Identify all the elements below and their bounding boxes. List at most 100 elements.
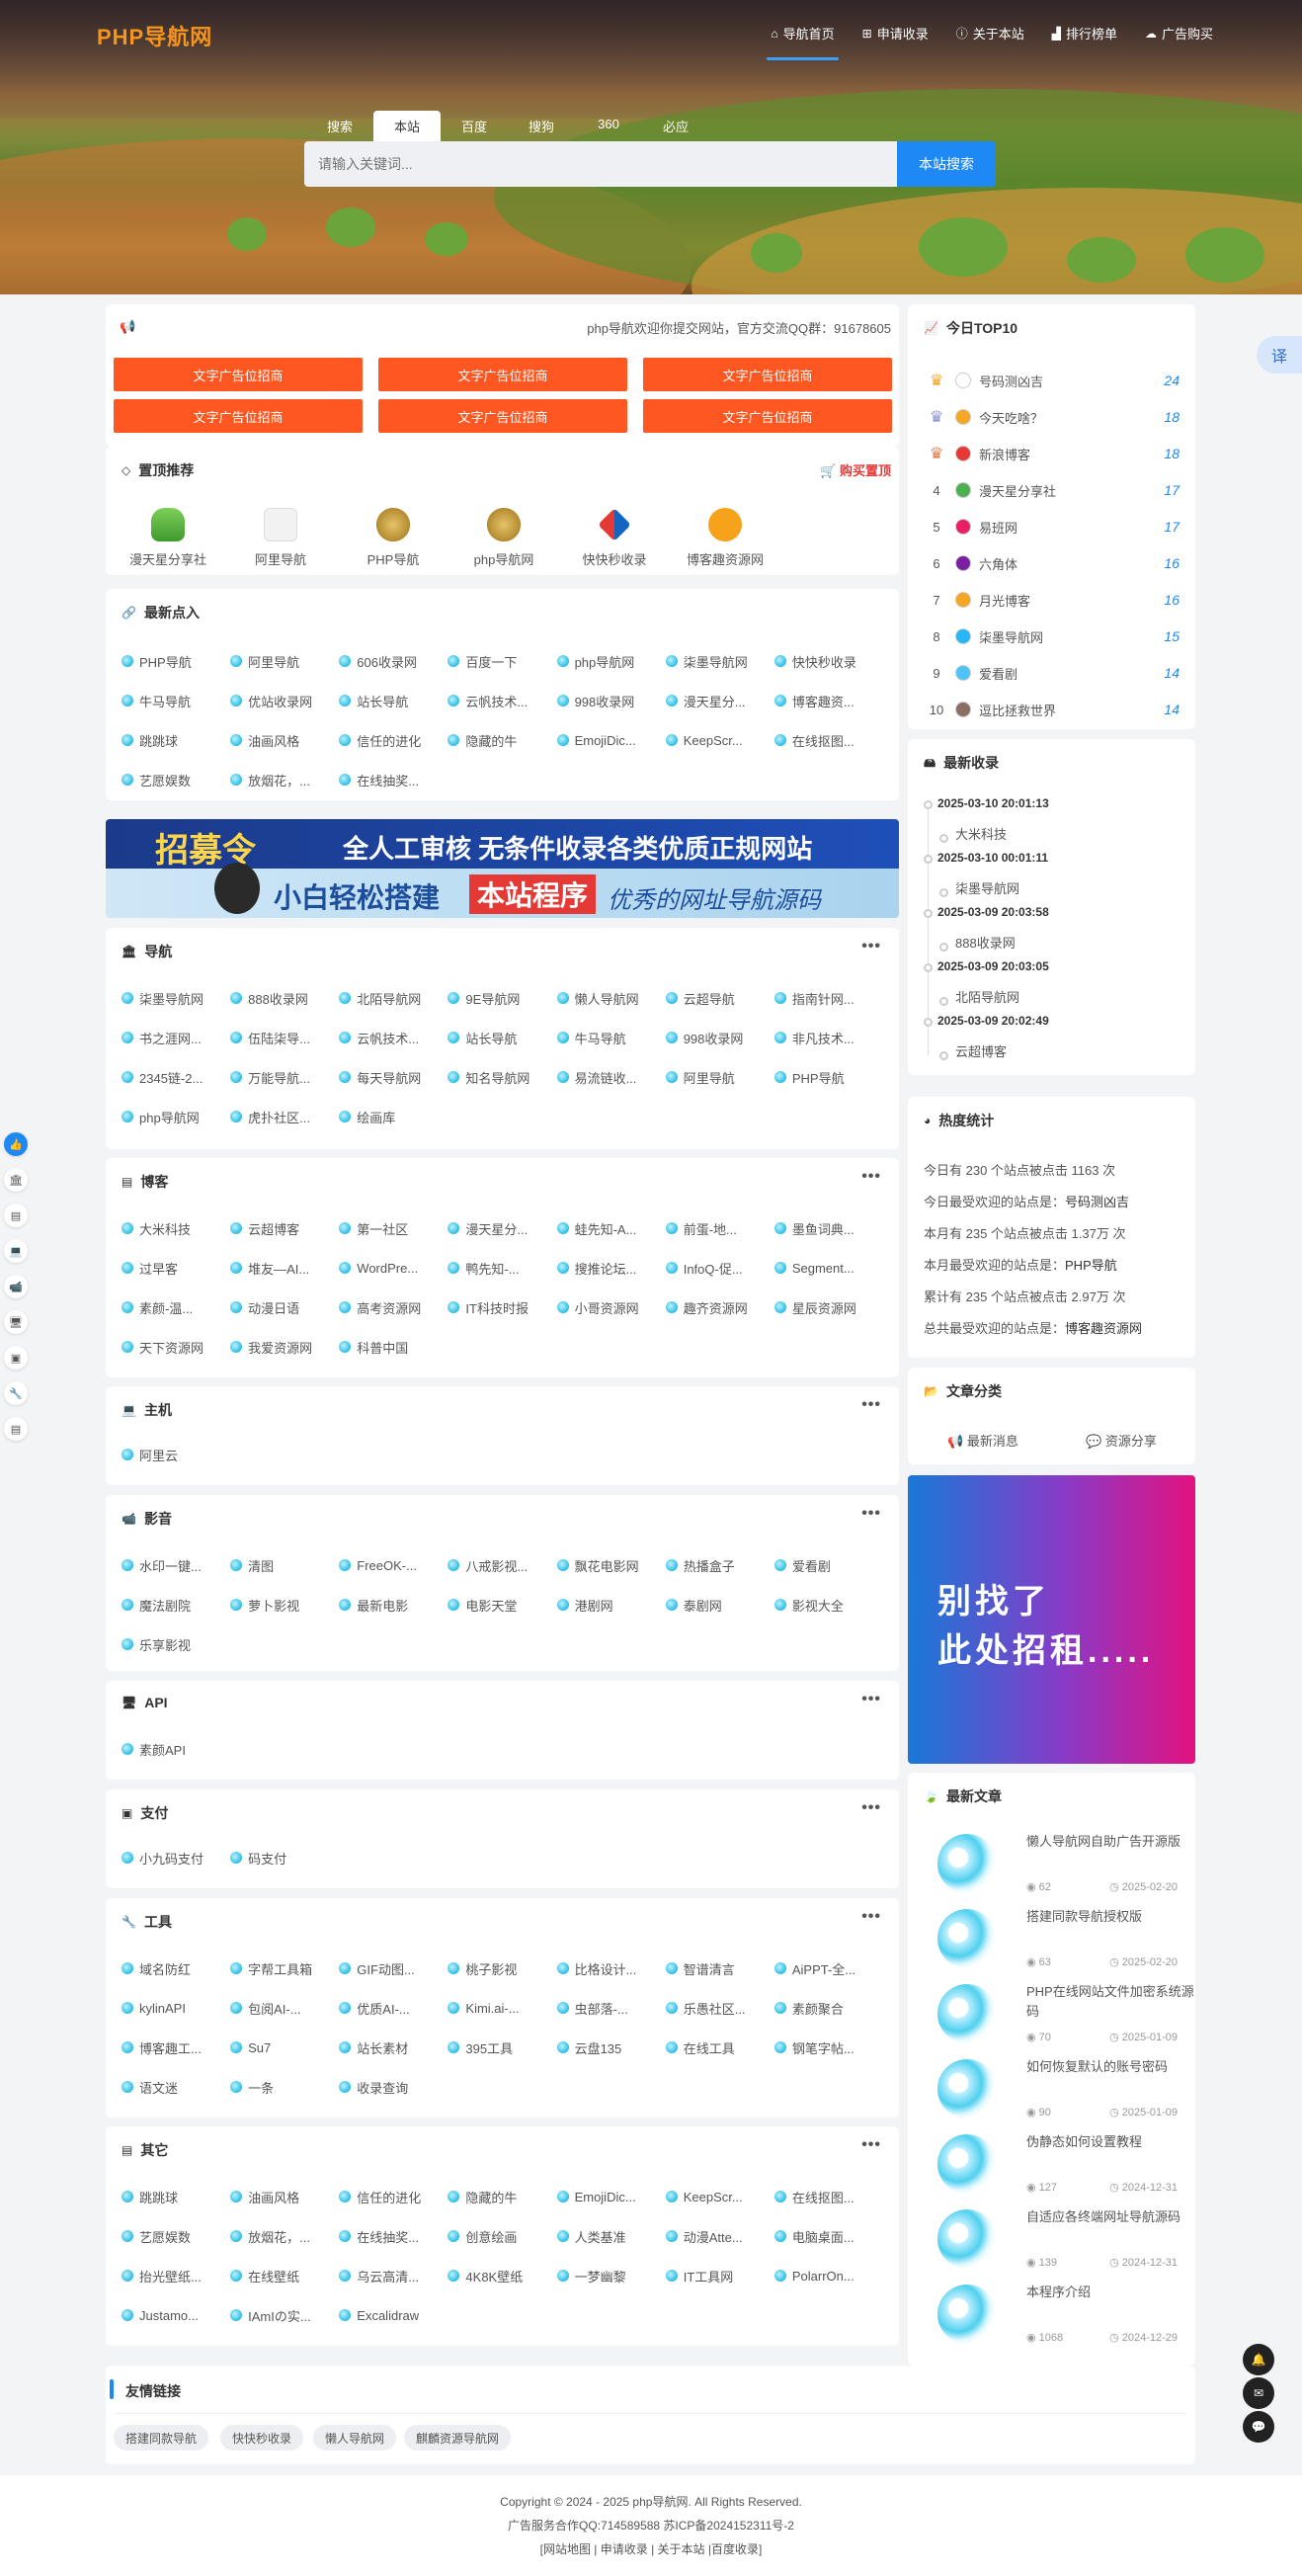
site-logo[interactable]: PHP导航网 [97,20,212,51]
site-link[interactable]: 云超导航 [665,985,774,1011]
text-ad-button[interactable]: 文字广告位招商 [114,399,363,433]
site-link[interactable]: 懒人导航网 [556,985,666,1011]
site-link[interactable]: 伍陆柒导... [230,1025,339,1050]
site-link[interactable]: 魔法剧院 [122,1592,230,1618]
site-link[interactable]: 比格设计... [556,1955,666,1981]
top10-item[interactable]: ♛ 新浪博客 18 [924,443,1180,464]
top10-item[interactable]: 6 六角体 16 [924,552,1180,574]
site-link[interactable]: 人类基准 [556,2223,666,2249]
nav-ranking[interactable]: ▟ 排行榜单 [1052,24,1117,42]
site-link[interactable]: 在线壁纸 [230,2263,339,2288]
friend-link[interactable]: 快快秒收录 [220,2425,304,2451]
site-link[interactable]: 绘画库 [339,1104,448,1129]
site-link[interactable]: 电影天堂 [448,1592,556,1618]
site-link[interactable]: 888收录网 [230,985,339,1011]
site-link[interactable]: Kimi.ai-... [448,1995,556,2021]
article-item[interactable]: 懒人导航网自助广告开源版 ◉ 62 ◷ 2025-02-20 [924,1828,1180,1897]
site-link[interactable]: PolarrOn... [773,2263,883,2288]
site-link[interactable]: 艺愿娱数 [122,2223,230,2249]
site-link[interactable]: 在线抠图... [773,727,883,753]
site-link[interactable]: 站长导航 [339,688,448,713]
stat-site[interactable]: 号码测凶吉 [1065,1195,1129,1209]
site-link[interactable]: 放烟花，... [230,2223,339,2249]
site-link[interactable]: 阿里导航 [665,1064,774,1090]
article-item[interactable]: PHP在线网站文件加密系统源码 ◉ 70 ◷ 2025-01-09 [924,1978,1194,2047]
search-input[interactable] [304,141,897,187]
site-link[interactable]: 热播盒子 [665,1552,774,1578]
bell-icon[interactable]: 🔔 [1243,2344,1274,2375]
site-link[interactable]: IT科技时报 [448,1294,556,1320]
top10-item[interactable]: ♛ 号码测凶吉 24 [924,370,1180,391]
site-link[interactable]: 鸭先知-... [448,1255,556,1281]
top10-item[interactable]: 7 月光博客 16 [924,589,1180,611]
site-link[interactable]: 素颜-温... [122,1294,230,1320]
search-tab[interactable]: 百度 [441,111,508,141]
stat-site[interactable]: PHP导航 [1065,1258,1117,1273]
site-link[interactable]: 最新电影 [339,1592,448,1618]
nav-home[interactable]: ⌂ 导航首页 [767,24,839,60]
article-item[interactable]: 自适应各终端网址导航源码 ◉ 139 ◷ 2024-12-31 [924,2203,1180,2273]
site-link[interactable]: PHP导航 [122,648,230,674]
site-link[interactable]: 虫部落-... [556,1995,666,2021]
site-link[interactable]: 北陌导航网 [339,985,448,1011]
article-item[interactable]: 伪静态如何设置教程 ◉ 127 ◷ 2024-12-31 [924,2128,1180,2198]
site-link[interactable]: 动漫Atte... [665,2223,774,2249]
site-link[interactable]: 站长素材 [339,2035,448,2060]
site-link[interactable]: 快快秒收录 [773,648,883,674]
top-item[interactable]: PHP导航 [349,508,438,568]
top-item[interactable]: 漫天星分享社 [123,508,212,568]
recent-item[interactable]: 2025-03-09 20:03:05 北陌导航网 [924,959,1049,1006]
site-link[interactable]: 前蛋-地... [665,1215,774,1241]
search-tab[interactable]: 搜狗 [508,111,575,141]
text-ad-button[interactable]: 文字广告位招商 [114,358,363,391]
text-ad-button[interactable]: 文字广告位招商 [378,358,627,391]
site-link[interactable]: 百度一下 [448,648,556,674]
site-link[interactable]: 乐愚社区... [665,1995,774,2021]
site-link[interactable]: 小九码支付 [122,1845,230,1870]
site-link[interactable]: 钢笔字帖... [773,2035,883,2060]
more-button[interactable]: ••• [861,2136,881,2154]
category-item[interactable]: 💬 资源分享 [1086,1431,1157,1450]
site-link[interactable]: 云超博客 [230,1215,339,1241]
site-link[interactable]: 萝卜影视 [230,1592,339,1618]
site-link[interactable]: 柒墨导航网 [122,985,230,1011]
friend-link[interactable]: 搭建同款导航 [114,2425,209,2451]
site-link[interactable]: 一梦幽黎 [556,2263,666,2288]
site-link[interactable]: 趣齐资源网 [665,1294,774,1320]
site-link[interactable]: 知名导航网 [448,1064,556,1090]
site-link[interactable]: 柒墨导航网 [665,648,774,674]
site-link[interactable]: KeepScr... [665,727,774,753]
site-link[interactable]: GIF动图... [339,1955,448,1981]
site-link[interactable]: 优质AI-... [339,1995,448,2021]
site-link[interactable]: 语文迷 [122,2074,230,2100]
text-ad-button[interactable]: 文字广告位招商 [643,358,892,391]
site-link[interactable]: EmojiDic... [556,727,666,753]
site-link[interactable]: 牛马导航 [122,688,230,713]
site-link[interactable]: 博客趣工... [122,2035,230,2060]
site-link[interactable]: php导航网 [556,648,666,674]
category-item[interactable]: 📢 最新消息 [947,1431,1018,1450]
site-link[interactable]: 第一社区 [339,1215,448,1241]
site-link[interactable]: 字帮工具箱 [230,1955,339,1981]
top10-item[interactable]: 8 柒墨导航网 15 [924,625,1180,647]
recent-item[interactable]: 2025-03-09 20:03:58 888收录网 [924,905,1049,952]
nav-about[interactable]: ⓘ 关于本站 [956,24,1024,42]
site-link[interactable]: 一条 [230,2074,339,2100]
recent-item[interactable]: 2025-03-10 20:01:13 大米科技 [924,796,1049,843]
site-link[interactable]: php导航网 [122,1104,230,1129]
card-icon[interactable]: ▤ [4,1204,28,1227]
more-button[interactable]: ••• [861,1799,881,1817]
article-item[interactable]: 搭建同款导航授权版 ◉ 63 ◷ 2025-02-20 [924,1903,1180,1972]
site-link[interactable]: 水印一键... [122,1552,230,1578]
text-ad-button[interactable]: 文字广告位招商 [378,399,627,433]
site-link[interactable]: 素颜聚合 [773,1995,883,2021]
recent-item[interactable]: 2025-03-09 20:02:49 云超博客 [924,1014,1049,1060]
site-link[interactable]: 堆友—AI... [230,1255,339,1281]
site-link[interactable]: IT工具网 [665,2263,774,2288]
top10-item[interactable]: 10 逗比拯救世界 14 [924,699,1180,720]
site-link[interactable]: KeepScr... [665,2184,774,2209]
bank-icon[interactable]: 🏛 [4,1168,28,1192]
site-link[interactable]: Justamo... [122,2302,230,2328]
site-link[interactable]: 域名防红 [122,1955,230,1981]
search-tab-active[interactable]: 本站 [373,111,441,141]
